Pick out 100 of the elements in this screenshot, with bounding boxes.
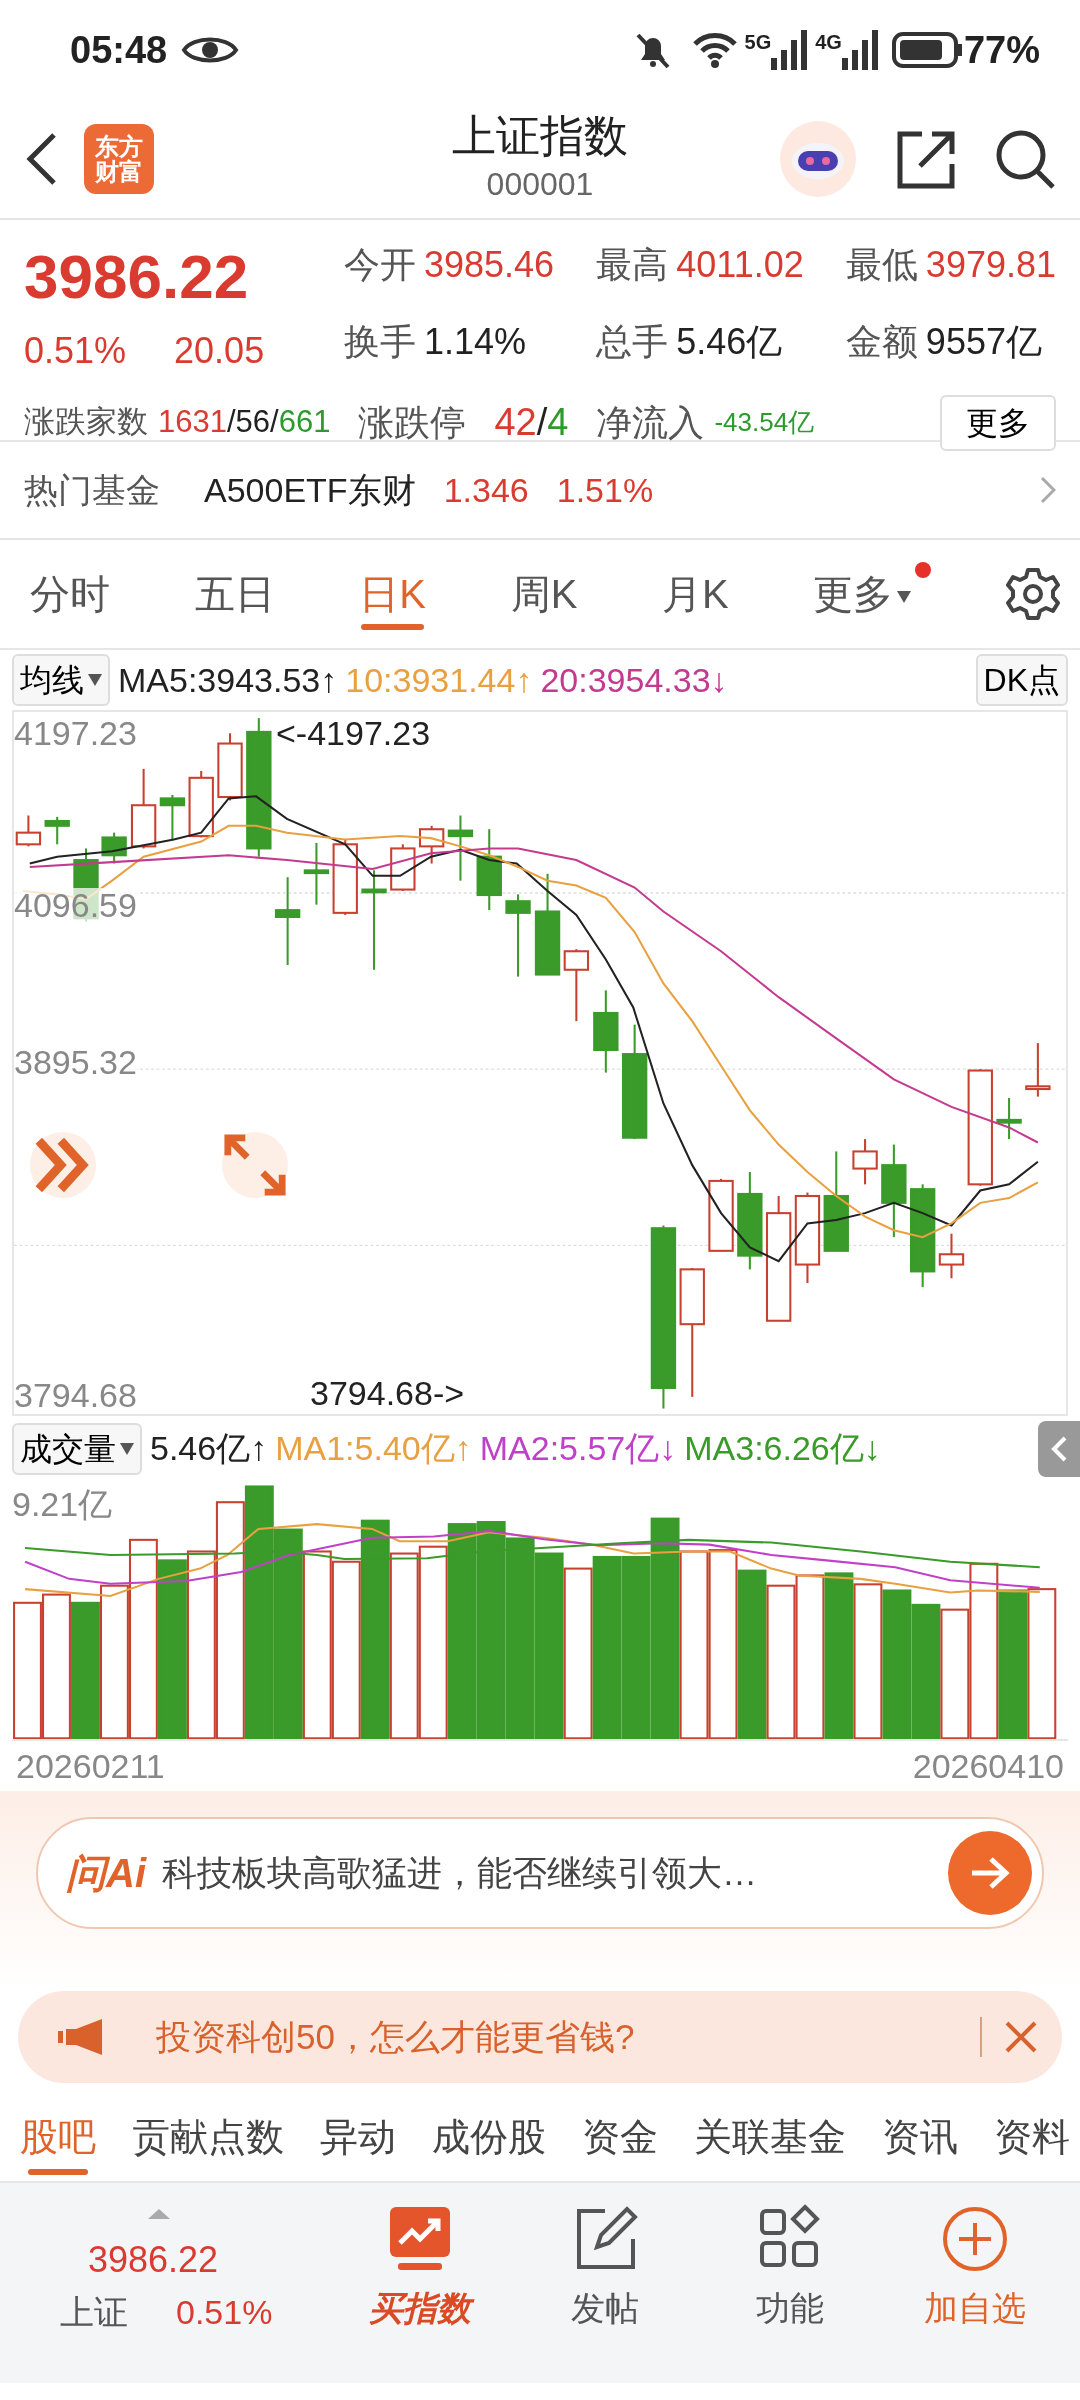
candlestick <box>217 733 243 801</box>
nav-button[interactable]: 买指数 <box>335 2203 505 2334</box>
settings-icon[interactable] <box>1006 567 1060 621</box>
ai-question-text: 科技板块高歌猛进，能否继续引领大… <box>162 1851 757 1894</box>
banner-text: 投资科创50，怎么才能更省钱? <box>156 2015 635 2058</box>
start-date: 20260211 <box>16 1745 165 1787</box>
limit-down-count: 4 <box>547 400 569 445</box>
ma-value: 10:3931.44↑ <box>345 659 533 701</box>
decliners-count: 661 <box>278 403 331 442</box>
min-price-marker: 3794.68-> <box>310 1376 465 1410</box>
wifi-icon <box>690 30 739 70</box>
close-icon[interactable] <box>1004 2020 1038 2054</box>
nav-button[interactable]: 发帖 <box>520 2203 690 2334</box>
search-icon[interactable] <box>994 128 1056 190</box>
indicator-selector[interactable]: 成交量 <box>12 1422 142 1475</box>
section-tab[interactable]: 股吧 <box>20 2093 96 2181</box>
candlestick <box>15 815 42 847</box>
unchanged-count: 56 <box>235 403 271 442</box>
battery-icon <box>891 32 964 68</box>
candlestick <box>447 815 474 881</box>
candlestick <box>938 1233 965 1279</box>
logo-text: 东方 <box>95 133 143 159</box>
volume-ma-value: 5.46亿↑ <box>150 1428 268 1469</box>
index-name: 上证 <box>60 2292 128 2333</box>
inflow-label: 净流入 <box>596 400 705 445</box>
section-tab[interactable]: 资金 <box>582 2093 658 2181</box>
net-inflow-value: -43.54亿 <box>714 406 815 439</box>
chevron-right-icon[interactable] <box>1040 476 1056 504</box>
ai-question-bar[interactable]: 问Ai 科技板块高歌猛进，能否继续引领大… <box>36 1817 1044 1929</box>
logo-text: 财富 <box>95 159 143 185</box>
stat-label: 换手 <box>344 320 416 364</box>
period-tab[interactable]: 日K <box>353 540 432 648</box>
stat-label: 最高 <box>596 243 669 287</box>
candlestick <box>188 770 214 838</box>
volume-ma-value: MA1:5.40亿↑ <box>275 1428 472 1469</box>
fund-label: 热门基金 <box>24 469 160 511</box>
candlestick <box>101 832 127 864</box>
section-tab[interactable]: 贡献点数 <box>132 2093 284 2181</box>
fund-price: 1.346 <box>443 469 529 511</box>
network-label: 5G <box>744 32 772 52</box>
last-price: 3986.22 <box>24 246 250 308</box>
stat-value: 1.14% <box>424 320 527 364</box>
period-tab[interactable]: 五日 <box>188 540 281 648</box>
change-percent: 0.51% <box>24 329 127 373</box>
caret-up-icon <box>148 2209 170 2219</box>
network-label: 4G <box>815 32 842 52</box>
stat-value: 4011.02 <box>676 243 804 287</box>
section-tab[interactable]: 异动 <box>320 2093 396 2181</box>
advancers-count: 1631 <box>158 403 227 442</box>
caret-down-icon <box>120 1442 134 1455</box>
separator: / <box>536 400 548 445</box>
expand-button[interactable] <box>222 1132 288 1198</box>
stat-label: 金额 <box>845 320 918 364</box>
candlestick <box>418 825 445 864</box>
go-button[interactable] <box>948 1831 1032 1915</box>
candlestick <box>159 794 186 840</box>
section-tab[interactable]: 成份股 <box>432 2093 546 2181</box>
candlestick <box>996 1097 1022 1140</box>
candlestick <box>44 816 70 845</box>
breadth-label: 涨跌家数 <box>24 403 148 442</box>
signal-bars-icon <box>771 30 808 70</box>
ai-logo: 问Ai <box>66 1850 146 1897</box>
candlestick <box>390 844 416 891</box>
page-title: 上证指数 <box>452 112 628 161</box>
section-tab[interactable]: 关联基金 <box>694 2093 846 2181</box>
signal-bars-icon <box>841 30 878 70</box>
indicator-selector[interactable]: 均线 <box>12 654 110 706</box>
candlestick <box>303 842 330 905</box>
period-tab[interactable]: 周K <box>504 540 584 648</box>
end-date: 20260410 <box>912 1745 1064 1787</box>
max-price-marker: <-4197.23 <box>276 716 431 750</box>
limit-up-count: 42 <box>494 400 537 445</box>
chevron-left-icon <box>1050 1434 1068 1463</box>
candlestick <box>852 1139 878 1185</box>
bottom-change: 0.51% <box>176 2292 273 2333</box>
separator: / <box>226 403 236 442</box>
fund-change: 1.51% <box>556 469 654 511</box>
caret-down-icon <box>88 674 102 686</box>
axis-label: 9.21亿 <box>12 1487 113 1521</box>
axis-label: 4096.59 <box>14 888 137 922</box>
stat-value: 9557亿 <box>925 320 1042 364</box>
robot-avatar-icon[interactable] <box>780 121 856 197</box>
bottom-price: 3986.22 <box>88 2238 220 2282</box>
stat-label: 最低 <box>845 243 918 287</box>
period-tab[interactable]: 更多 <box>807 540 934 648</box>
period-tab[interactable]: 月K <box>656 540 735 648</box>
nav-button[interactable]: 功能 <box>705 2203 875 2334</box>
caret-down-icon <box>897 591 912 604</box>
fund-name[interactable]: A500ETF东财 <box>204 464 416 516</box>
battery-level: 77% <box>963 27 1040 73</box>
ma-value: 20:3954.33↓ <box>540 659 728 701</box>
section-tab[interactable]: 资料 <box>994 2093 1070 2181</box>
side-panel-tab[interactable] <box>1038 1420 1080 1477</box>
dk-button[interactable]: DK点 <box>975 654 1068 706</box>
section-tab[interactable]: 资讯 <box>882 2093 958 2181</box>
candlestick <box>1025 1043 1051 1097</box>
separator: / <box>270 403 279 442</box>
change-amount: 20.05 <box>174 329 265 373</box>
period-tab[interactable]: 分时 <box>24 540 116 648</box>
more-button[interactable]: 更多 <box>940 394 1056 451</box>
